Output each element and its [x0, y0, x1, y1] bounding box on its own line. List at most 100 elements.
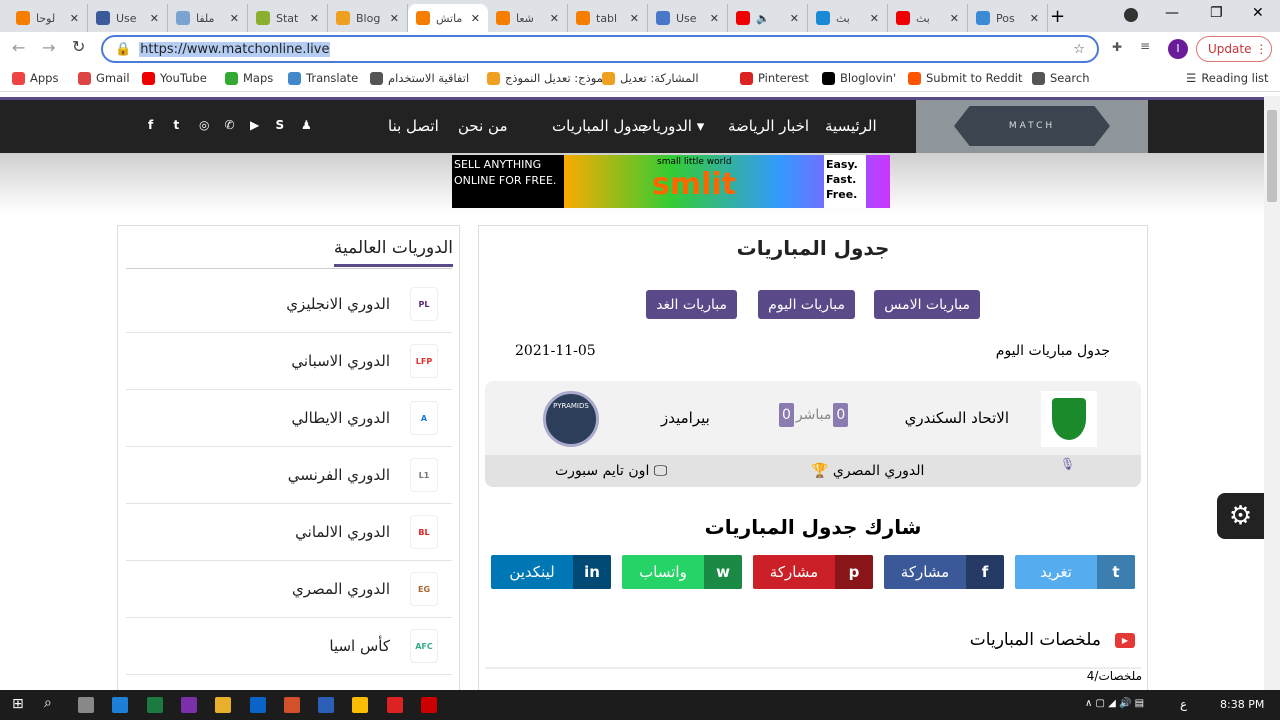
bookmark-item[interactable]: Search — [1032, 71, 1090, 85]
tab-close-icon[interactable]: ✕ — [550, 12, 559, 25]
tab-close-icon[interactable]: ✕ — [230, 12, 239, 25]
browser-tab[interactable]: Stat ✕ — [248, 4, 328, 32]
windows-start-icon[interactable]: ⊞ — [12, 696, 24, 712]
extensions-icon[interactable]: ✚ — [1112, 40, 1122, 54]
bookmark-item[interactable]: Submit to Reddit — [908, 71, 1023, 85]
tab-close-icon[interactable]: ✕ — [471, 12, 480, 25]
yandex-icon[interactable] — [386, 697, 403, 713]
tab-close-icon[interactable]: ✕ — [70, 12, 79, 25]
sidebar-league-item[interactable]: الدوري الايطالي A — [126, 390, 452, 447]
bookmark-item[interactable]: Translate — [288, 71, 358, 85]
whatsapp-icon[interactable]: ✆ — [225, 118, 235, 132]
minimize-button[interactable]: — — [1165, 5, 1179, 21]
bookmark-star-icon[interactable]: ☆ — [1073, 42, 1085, 57]
tab-close-icon[interactable]: ✕ — [710, 12, 719, 25]
bookmark-item[interactable]: Maps — [225, 71, 273, 85]
browser-tab[interactable]: ماتش ✕ — [408, 4, 488, 32]
browser-tab[interactable]: ملفا ✕ — [168, 4, 248, 32]
media-icon[interactable]: ≡ — [1140, 39, 1150, 53]
system-tray-icons[interactable]: ∧ ▢ ◢ 🔊 ▤ — [1085, 698, 1144, 709]
browser-tab[interactable]: بث ✕ — [888, 4, 968, 32]
browser-tab[interactable]: لوحا ✕ — [8, 4, 88, 32]
nav-item[interactable]: من نحن — [458, 117, 508, 135]
nav-item[interactable]: اتصل بنا — [388, 117, 439, 135]
sidebar-league-item[interactable]: كأس اسيا AFC — [126, 618, 452, 675]
skype-icon[interactable]: S — [276, 118, 285, 132]
tab-close-icon[interactable]: ✕ — [310, 12, 319, 25]
powerpoint-icon[interactable] — [283, 697, 300, 713]
forward-icon[interactable]: → — [42, 38, 55, 57]
tab-yesterday[interactable]: مباريات الامس — [874, 290, 980, 319]
tab-today[interactable]: مباريات اليوم — [758, 290, 855, 319]
tab-tomorrow[interactable]: مباريات الغد — [646, 290, 737, 319]
tab-close-icon[interactable]: ✕ — [1030, 12, 1039, 25]
tab-close-icon[interactable]: ✕ — [870, 12, 879, 25]
browser-tab[interactable]: شعا ✕ — [488, 4, 568, 32]
browser-tab[interactable]: Use ✕ — [648, 4, 728, 32]
ad-banner[interactable]: SELL ANYTHING ONLINE FOR FREE. smlit sma… — [452, 155, 890, 208]
url-input[interactable]: 🔒 https://www.matchonline.live ☆ — [101, 35, 1099, 63]
word-icon[interactable] — [318, 697, 335, 713]
share-button[interactable]: مشاركة p — [753, 555, 873, 589]
instagram-icon[interactable]: ◎ — [199, 118, 209, 132]
snapchat-icon[interactable]: ♟ — [301, 118, 312, 132]
browser-tab[interactable]: Use ✕ — [88, 4, 168, 32]
youtube-icon[interactable]: ▶ — [250, 118, 259, 132]
tab-search-icon[interactable] — [1124, 8, 1138, 22]
browser-tab[interactable]: Pos ✕ — [968, 4, 1048, 32]
highlights-breadcrumb[interactable]: 4/ملخصات — [1087, 669, 1142, 683]
file-explorer-icon[interactable] — [215, 697, 232, 713]
scrollbar[interactable] — [1264, 96, 1280, 690]
search-icon[interactable]: ⌕ — [44, 695, 52, 711]
browser-tab[interactable]: بث ✕ — [808, 4, 888, 32]
settings-gear-button[interactable]: ⚙ — [1217, 493, 1264, 539]
bookmark-item[interactable]: Gmail — [78, 71, 130, 85]
share-button[interactable]: تغريد t — [1015, 555, 1135, 589]
share-button[interactable]: لينكدين in — [491, 555, 611, 589]
nav-item[interactable]: الرئيسية — [825, 117, 877, 135]
share-button[interactable]: واتساب w — [622, 555, 742, 589]
tab-close-icon[interactable]: ✕ — [950, 12, 959, 25]
input-language[interactable]: ع — [1180, 697, 1187, 711]
restore-button[interactable]: ❐ — [1210, 5, 1223, 21]
browser-tab[interactable]: 🔈 ✕ — [728, 4, 808, 32]
profile-avatar[interactable]: I — [1168, 39, 1188, 59]
bookmark-item[interactable]: Pinterest — [740, 71, 809, 85]
browser-tab[interactable]: tabl ✕ — [568, 4, 648, 32]
url-text[interactable]: https://www.matchonline.live — [139, 41, 331, 57]
outlook-icon[interactable] — [249, 697, 266, 713]
reload-icon[interactable]: ↻ — [72, 37, 85, 56]
share-button[interactable]: مشاركة f — [884, 555, 1004, 589]
match-card[interactable]: الاتحاد السكندري 0 مباشر 0 بيراميدز PYRA… — [485, 381, 1141, 487]
edge-icon[interactable] — [112, 697, 129, 713]
bookmark-item[interactable]: YouTube — [142, 71, 207, 85]
sidebar-league-item[interactable]: الدوري الالماني BL — [126, 504, 452, 561]
facebook-icon[interactable]: f — [148, 118, 153, 132]
chrome-icon[interactable] — [352, 697, 369, 713]
update-button[interactable]: Update ⋮ — [1196, 36, 1272, 62]
bookmark-item[interactable]: Apps — [12, 71, 58, 85]
bookmark-item[interactable]: Bloglovin' — [822, 71, 896, 85]
nav-item[interactable]: اخبار الرياضة — [728, 117, 809, 135]
excel-icon[interactable] — [146, 697, 163, 713]
clock[interactable]: 8:38 PM — [1220, 698, 1264, 711]
task-view-icon[interactable] — [78, 697, 94, 713]
browser-tab[interactable]: Blog ✕ — [328, 4, 408, 32]
sidebar-league-item[interactable]: الدوري الاسباني LFP — [126, 333, 452, 390]
scrollbar-thumb[interactable] — [1267, 110, 1277, 202]
tab-close-icon[interactable]: ✕ — [150, 12, 159, 25]
back-icon[interactable]: ← — [12, 38, 25, 57]
onenote-icon[interactable] — [180, 697, 197, 713]
bookmark-item[interactable]: اتفاقية الاستخدام — [370, 71, 469, 85]
site-logo[interactable]: MATCH — [916, 100, 1148, 153]
tab-close-icon[interactable]: ✕ — [390, 12, 399, 25]
reading-list-button[interactable]: ☰ Reading list — [1186, 71, 1269, 85]
nav-item[interactable]: جدول المباريات — [552, 117, 649, 135]
sidebar-league-item[interactable]: الدوري الفرنسي L1 — [126, 447, 452, 504]
tab-close-icon[interactable]: ✕ — [790, 12, 799, 25]
bookmark-item[interactable]: النموذج: تعديل النموذج — [487, 71, 614, 85]
tab-close-icon[interactable]: ✕ — [630, 12, 639, 25]
close-window-button[interactable]: ✕ — [1252, 5, 1264, 21]
bookmark-item[interactable]: المشاركة: تعديل — [602, 71, 699, 85]
sidebar-league-item[interactable]: الدوري الانجليزي PL — [126, 276, 452, 333]
